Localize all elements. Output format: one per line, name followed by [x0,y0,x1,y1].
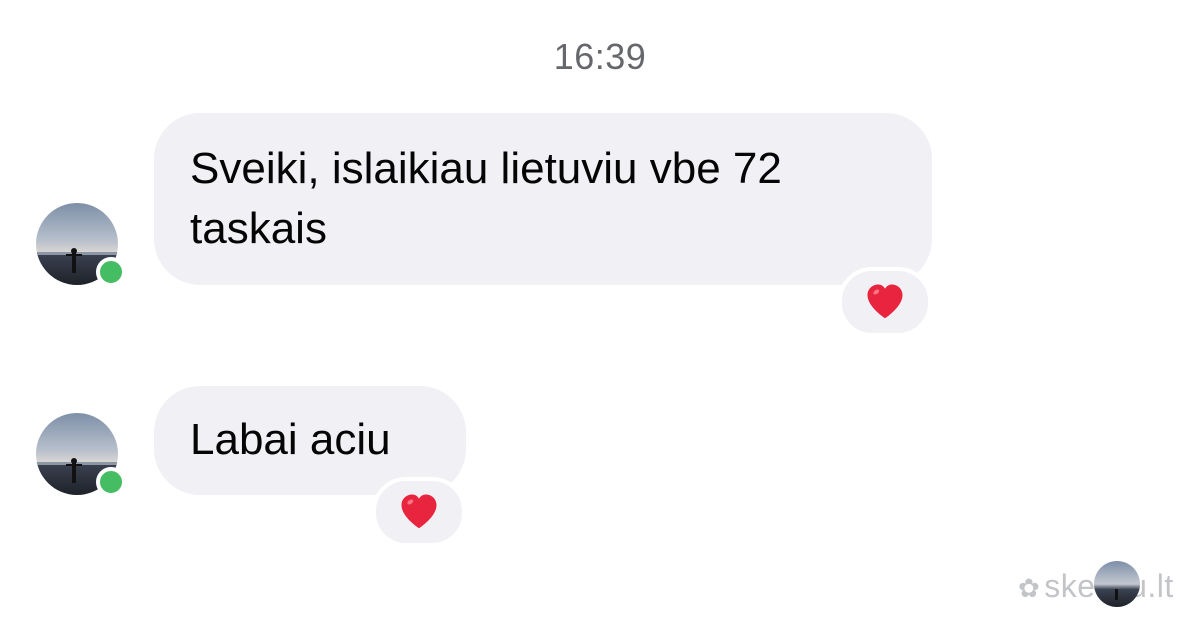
message-text: Sveiki, islaikiau lietuviu vbe 72 taskai… [190,144,782,253]
message-bubble[interactable]: Sveiki, islaikiau lietuviu vbe 72 taskai… [154,113,932,285]
online-status-indicator [96,257,126,287]
sender-avatar[interactable] [36,413,126,497]
read-receipt-avatar [1094,561,1140,607]
message-reaction[interactable] [838,267,932,337]
message-timestamp: 16:39 [553,36,647,77]
online-status-indicator [96,467,126,497]
flower-icon: ✿ [1018,573,1041,603]
heart-icon [399,492,439,532]
heart-icon [865,282,905,322]
sender-avatar[interactable] [36,203,126,287]
message-text: Labai aciu [190,415,391,464]
message-reaction[interactable] [372,477,466,547]
